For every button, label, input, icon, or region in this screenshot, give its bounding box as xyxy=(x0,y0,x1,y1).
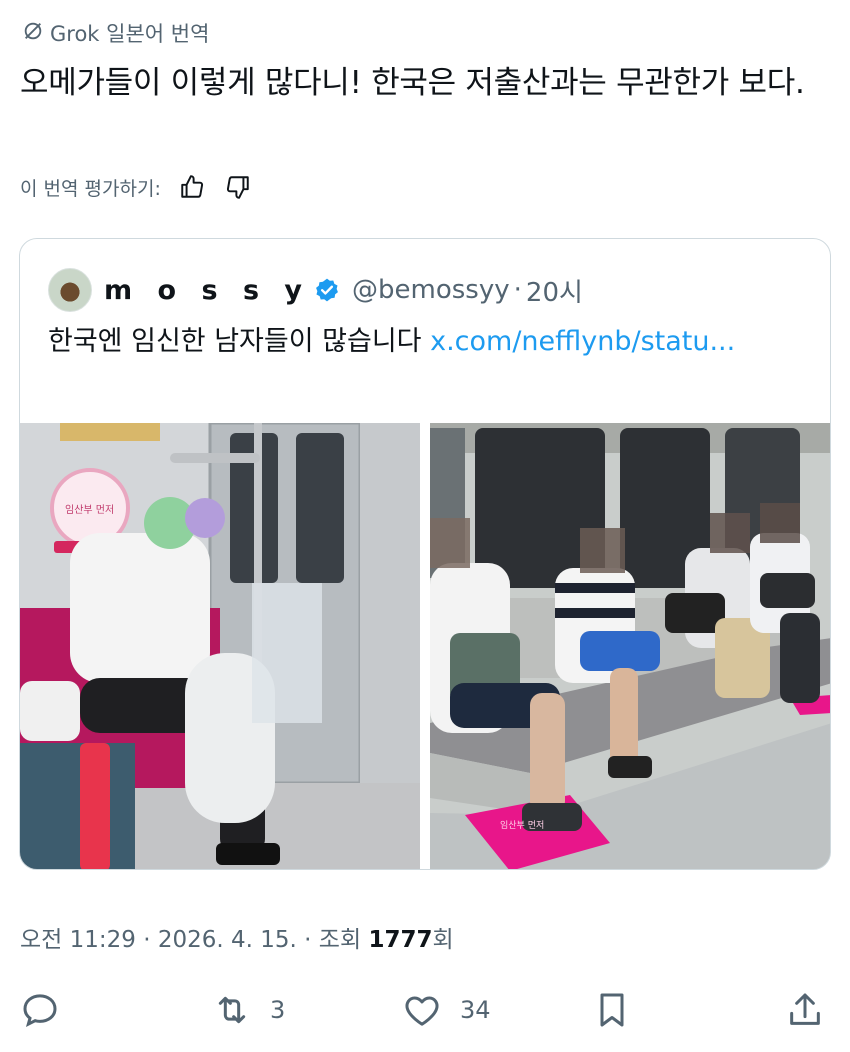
photo-2[interactable]: 임산부 먼저 xyxy=(430,423,830,869)
pregnant-seat-sign-text: 임산부 먼저 xyxy=(65,503,114,516)
views-suffix: 회 xyxy=(432,927,454,953)
subway-photo-1: 임산부 먼저 xyxy=(20,423,420,869)
subway-photo-2: 임산부 먼저 xyxy=(430,423,830,869)
views-count: 1777 xyxy=(368,927,433,953)
tweet-time[interactable]: 오전 11:29 xyxy=(20,927,136,953)
quoted-link[interactable]: x.com/nefflynb/statu... xyxy=(430,326,735,357)
tweet-text: 오메가들이 이렇게 많다니! 한국은 저출산과는 무관한가 보다. xyxy=(20,65,805,101)
bookmark-icon xyxy=(600,993,624,1027)
quoted-author-name[interactable]: m o s s y xyxy=(104,275,310,306)
rate-translation: 이 번역 평가하기: xyxy=(20,172,253,202)
grok-label-text: Grok 일본어 번역 xyxy=(50,22,210,46)
heart-icon xyxy=(405,996,439,1026)
thumbs-down-icon xyxy=(226,176,249,199)
reply-icon xyxy=(23,994,57,1028)
rate-label: 이 번역 평가하기: xyxy=(20,177,161,200)
like-button[interactable]: 34 xyxy=(402,990,491,1030)
quoted-timestamp: 20시 xyxy=(525,277,583,308)
share-button[interactable] xyxy=(785,990,825,1030)
like-count: 34 xyxy=(460,996,491,1024)
retweet-count: 3 xyxy=(270,996,286,1024)
separator-dot: · xyxy=(143,927,158,953)
quoted-tweet[interactable]: m o s s y @bemossyy · 20시 한국엔 임신한 남자들이 많… xyxy=(19,238,831,870)
reply-button[interactable] xyxy=(20,990,78,1030)
thumbs-down-button[interactable] xyxy=(223,172,253,202)
bookmark-button[interactable] xyxy=(592,990,632,1030)
grok-icon xyxy=(22,20,44,47)
quoted-author-handle: @bemossyy xyxy=(352,275,510,305)
share-icon xyxy=(790,993,820,1025)
thumbs-up-icon xyxy=(181,175,203,198)
retweet-icon xyxy=(218,996,246,1024)
views-label: 조회 xyxy=(318,927,362,953)
quoted-text-body: 한국엔 임신한 남자들이 많습니다 xyxy=(48,326,431,357)
quoted-tweet-text: 한국엔 임신한 남자들이 많습니다 x.com/nefflynb/statu..… xyxy=(48,319,808,364)
action-bar: 3 34 xyxy=(0,990,850,1042)
quoted-tweet-header: m o s s y @bemossyy · 20시 xyxy=(48,267,583,313)
tweet-date[interactable]: 2026. 4. 15. xyxy=(158,927,297,953)
thumbs-up-button[interactable] xyxy=(177,172,207,202)
grok-translation-label: Grok 일본어 번역 xyxy=(22,18,209,48)
tweet-meta: 오전 11:29 · 2026. 4. 15. · 조회 1777회 xyxy=(20,920,454,954)
retweet-button[interactable]: 3 xyxy=(212,990,285,1030)
avatar[interactable] xyxy=(48,268,92,312)
media-grid: 임산부 먼저 임산부 먼저 xyxy=(20,423,830,869)
floor-sign-text: 임산부 먼저 xyxy=(500,819,544,831)
verified-badge-icon xyxy=(316,278,338,302)
separator-dot: · xyxy=(513,275,522,305)
photo-1[interactable]: 임산부 먼저 xyxy=(20,423,420,869)
separator-dot: · xyxy=(304,927,319,953)
